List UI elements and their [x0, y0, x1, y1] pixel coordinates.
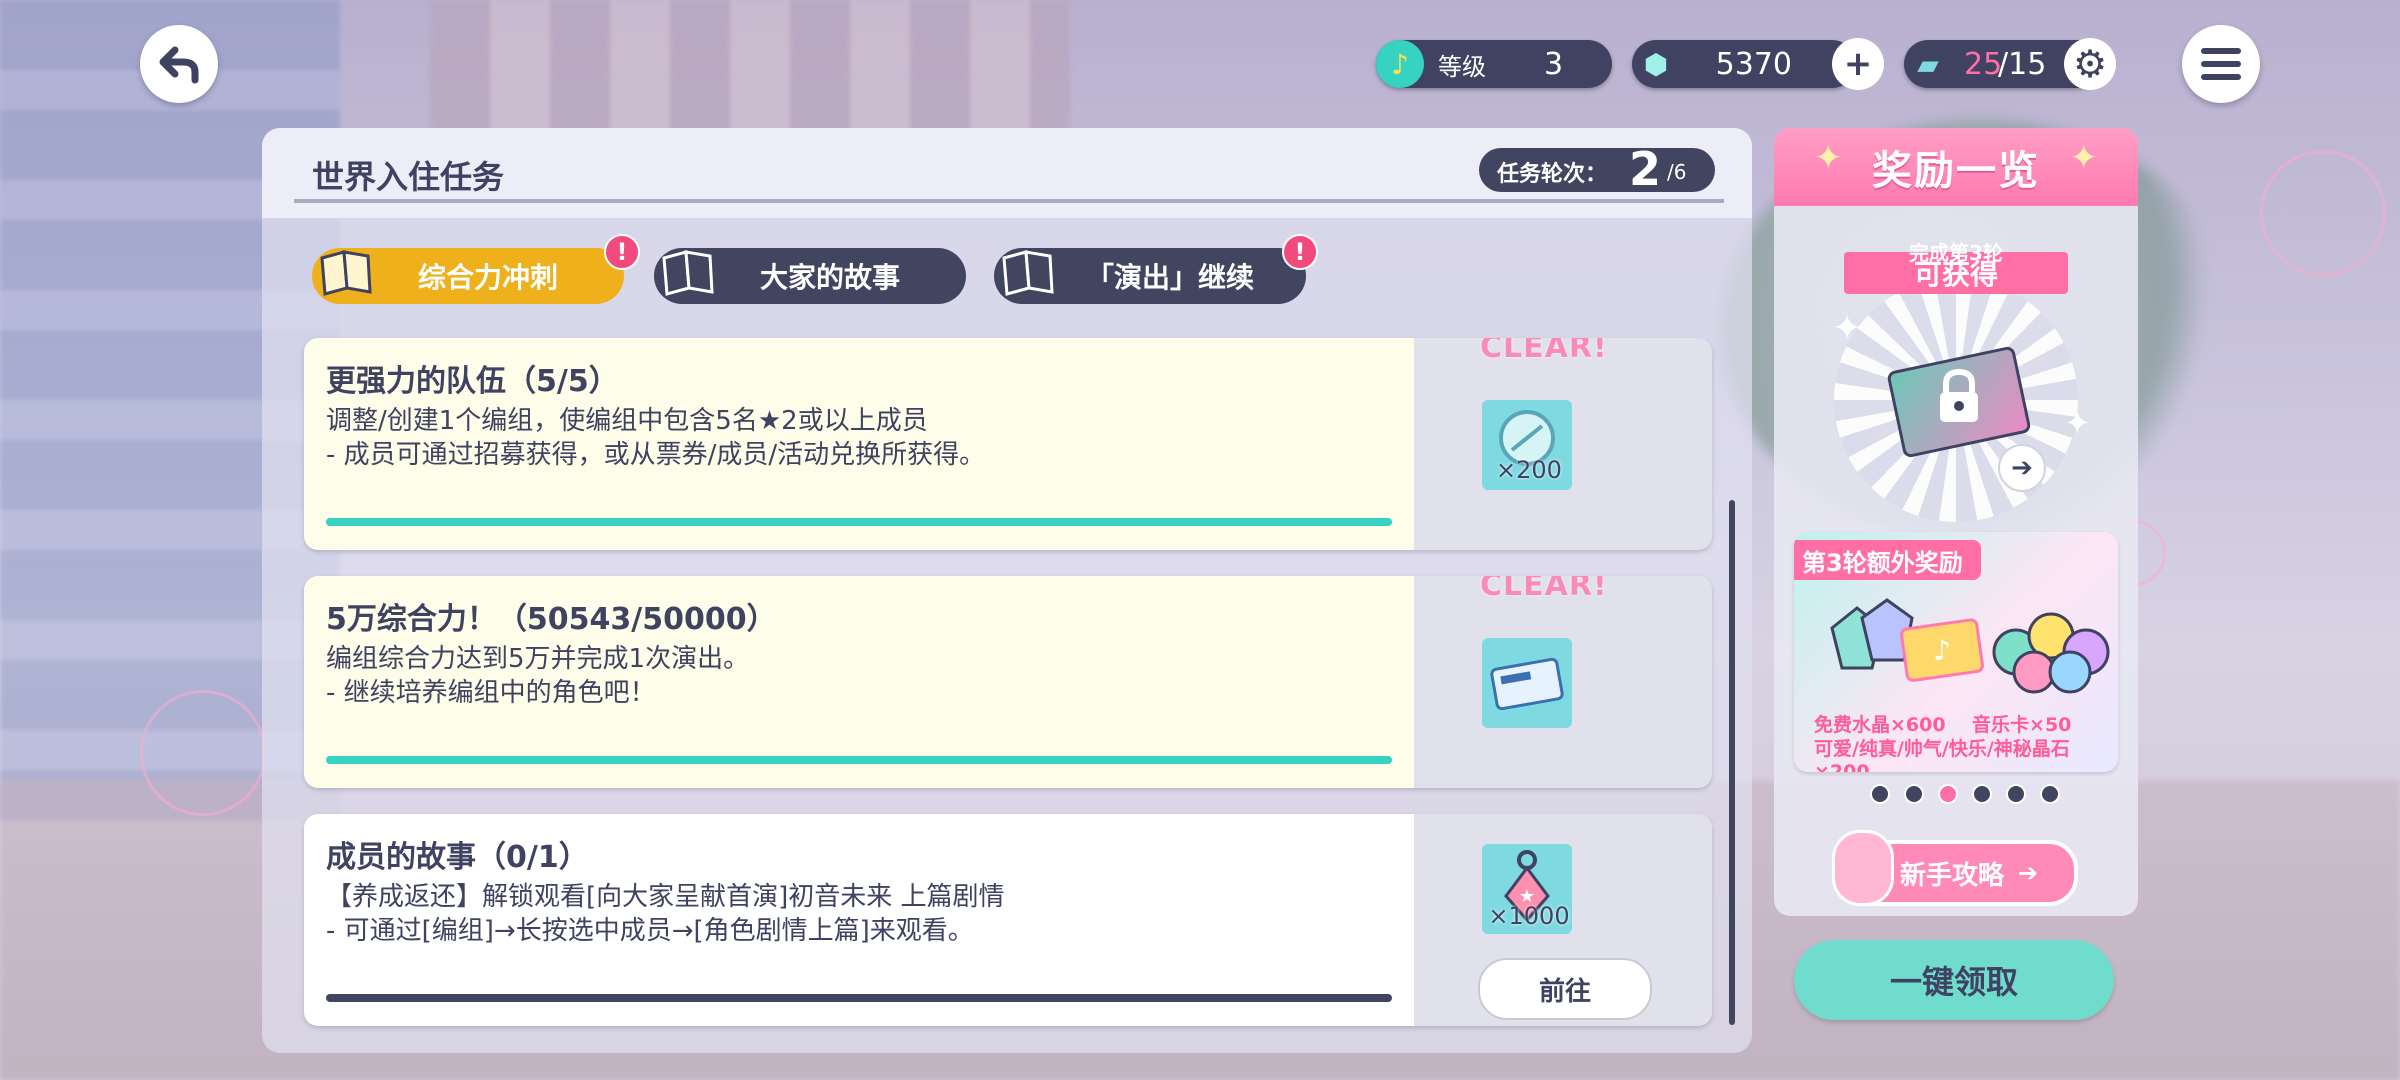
lock-icon	[1940, 368, 1978, 422]
tab-performance-continue[interactable]: 「演出」继续	[994, 248, 1306, 304]
mission-body: 成员的故事（0/1） 【养成返还】解锁观看[向大家呈献首演]初音未来 上篇剧情 …	[304, 814, 1414, 1026]
sparkle-icon: ✦	[1832, 308, 1863, 349]
mission-title: 成员的故事（0/1）	[326, 840, 589, 875]
reward-overview-header: ✦ 奖励一览 ✦	[1774, 128, 2138, 206]
carousel-dot[interactable]	[1904, 784, 1924, 804]
mission-description: 调整/创建1个编组，使编组中包含5名★2或以上成员 - 成员可通过招募获得，或从…	[326, 404, 985, 472]
mission-item: 成员的故事（0/1） 【养成返还】解锁观看[向大家呈献首演]初音未来 上篇剧情 …	[304, 814, 1712, 1026]
stamina-max: /15	[1998, 46, 2047, 82]
level-value: 3	[1544, 46, 1564, 82]
progress-bar	[326, 756, 1392, 764]
crystal-display: ⬢ 5370	[1632, 40, 1856, 88]
mission-desc-line: 调整/创建1个编组，使编组中包含5名★2或以上成员	[326, 406, 928, 436]
extra-reward-tag: 第3轮额外奖励	[1794, 540, 1981, 580]
mission-desc-line: - 继续培养编组中的角色吧！	[326, 678, 656, 708]
mission-body: 5万综合力！（50543/50000） 编组综合力达到5万并完成1次演出。 - …	[304, 576, 1414, 788]
mission-title: 5万综合力！（50543/50000）	[326, 602, 777, 637]
complete-round-label: 完成第3轮	[1909, 241, 2003, 265]
reward-overview-title: 奖励一览	[1872, 148, 2040, 194]
arrow-right-icon: ➔	[2011, 453, 2033, 483]
extra-reward-card[interactable]: ♪ 第3轮额外奖励 免费水晶×600 音乐卡×50 可爱/纯真/帅气/快乐/神秘…	[1794, 532, 2118, 772]
tab-alert-badge: !	[1282, 234, 1318, 270]
scrollbar[interactable]	[1729, 500, 1735, 1025]
reward-area: ★ ×1000 前往	[1414, 814, 1712, 1026]
mission-title: 更强力的队伍（5/5）	[326, 364, 619, 399]
settings-button[interactable]: ⚙	[2064, 38, 2116, 90]
add-crystal-button[interactable]: +	[1832, 38, 1884, 90]
mission-description: 【养成返还】解锁观看[向大家呈献首演]初音未来 上篇剧情 - 可通过[编组]→长…	[326, 880, 1005, 948]
go-button[interactable]: 前往	[1478, 958, 1652, 1020]
carousel-dot-active[interactable]	[1938, 784, 1958, 804]
tab-alert-badge: !	[604, 234, 640, 270]
reward-area: CLEAR!	[1414, 576, 1712, 788]
mission-description: 编组综合力达到5万并完成1次演出。 - 继续培养编组中的角色吧！	[326, 642, 749, 710]
sparkle-icon: ✦	[2064, 404, 2091, 442]
back-button[interactable]	[140, 25, 218, 103]
next-reward-button[interactable]: ➔	[1998, 444, 2046, 492]
mission-desc-line: 编组综合力达到5万并完成1次演出。	[326, 644, 750, 674]
carousel-dot[interactable]	[1870, 784, 1890, 804]
ticket-icon: ▰	[1917, 47, 1939, 81]
guide-label: 新手攻略	[1899, 860, 2004, 891]
clear-stamp: CLEAR!	[1480, 576, 1608, 603]
claim-all-button[interactable]: 一键领取	[1794, 940, 2114, 1020]
sparkle-icon: ✦	[2069, 138, 2099, 178]
reward-quantity: ×200	[1496, 456, 1562, 484]
carousel-dots	[1870, 784, 2060, 804]
carousel-dot[interactable]	[2006, 784, 2026, 804]
background-ring	[140, 690, 266, 816]
level-display: ♪ 等级 3	[1376, 40, 1612, 88]
round-counter: 任务轮次： 2 /6	[1479, 142, 1715, 196]
potion-bottles-icon	[1992, 612, 2110, 694]
menu-button[interactable]	[2182, 25, 2260, 103]
mission-panel: 世界入住任务 任务轮次： 2 /6 综合力冲刺 ! 大家的故事 「演出」继续 !	[262, 128, 1752, 1053]
mission-desc-line: - 成员可通过招募获得，或从票券/成员/活动兑换所获得。	[326, 440, 986, 470]
svg-text:♪: ♪	[1933, 634, 1951, 667]
progress-bar	[326, 518, 1392, 526]
beginner-guide-button[interactable]: 新手攻略 ➔	[1832, 830, 2078, 906]
mission-item: 更强力的队伍（5/5） 调整/创建1个编组，使编组中包含5名★2或以上成员 - …	[304, 338, 1712, 550]
mascot-icon	[1832, 830, 1894, 906]
header-divider	[294, 199, 1724, 203]
reward-overview-panel: ✦ 奖励一览 ✦ 可获得 完成第3轮 ✦ ✦ ➔ ♪ 第3轮额外奖励 免费水晶×…	[1774, 128, 2138, 916]
gear-icon: ⚙	[2072, 42, 2108, 86]
extra-reward-line: 可爱/纯真/帅气/快乐/神秘晶石×200	[1814, 738, 2070, 772]
progress-bar	[326, 994, 1392, 1002]
carousel-dot[interactable]	[2040, 784, 2060, 804]
ticket-shape	[1490, 657, 1564, 711]
sparkle-icon: ✦	[1814, 138, 1843, 178]
hamburger-menu-icon	[2201, 48, 2241, 80]
tab-everyones-story[interactable]: 大家的故事	[654, 248, 966, 304]
mission-desc-line: 【养成返还】解锁观看[向大家呈献首演]初音未来 上篇剧情	[326, 882, 1005, 912]
stamina-current: 25	[1964, 46, 2003, 82]
round-total: /6	[1667, 160, 1687, 184]
crystal-value: 5370	[1715, 46, 1792, 82]
extra-reward-line: 免费水晶×600 音乐卡×50	[1814, 714, 2072, 736]
crystal-icon: ⬢	[1643, 47, 1669, 81]
mission-body: 更强力的队伍（5/5） 调整/创建1个编组，使编组中包含5名★2或以上成员 - …	[304, 338, 1414, 550]
panel-title: 世界入住任务	[312, 158, 505, 196]
tab-label: 综合力冲刺	[417, 261, 558, 294]
progress-fill	[326, 518, 1392, 526]
mission-item: 5万综合力！（50543/50000） 编组综合力达到5万并完成1次演出。 - …	[304, 576, 1712, 788]
mission-desc-line: - 可通过[编组]→长按选中成员→[角色剧情上篇]来观看。	[326, 916, 974, 946]
tab-label: 「演出」继续	[1085, 261, 1254, 294]
reward-area: CLEAR! ×200	[1414, 338, 1712, 550]
tab-power-sprint[interactable]: 综合力冲刺	[312, 248, 624, 304]
arrow-right-icon: ➔	[2017, 859, 2039, 887]
round-label: 任务轮次：	[1497, 162, 1608, 187]
gacha-ticket-icon	[1482, 638, 1572, 728]
music-note-icon: ♪	[1376, 40, 1424, 88]
music-card-icon: ♪	[1900, 618, 1984, 682]
tab-label: 大家的故事	[759, 261, 900, 294]
carousel-dot[interactable]	[1972, 784, 1992, 804]
back-arrow-icon	[159, 46, 199, 84]
panel-header: 世界入住任务 任务轮次： 2 /6	[262, 128, 1752, 218]
level-label: 等级	[1438, 52, 1486, 81]
progress-fill	[326, 756, 1392, 764]
round-current: 2	[1629, 142, 1662, 196]
clear-stamp: CLEAR!	[1480, 338, 1608, 365]
background-ring	[2260, 150, 2386, 276]
reward-quantity: ×1000	[1488, 902, 1570, 930]
